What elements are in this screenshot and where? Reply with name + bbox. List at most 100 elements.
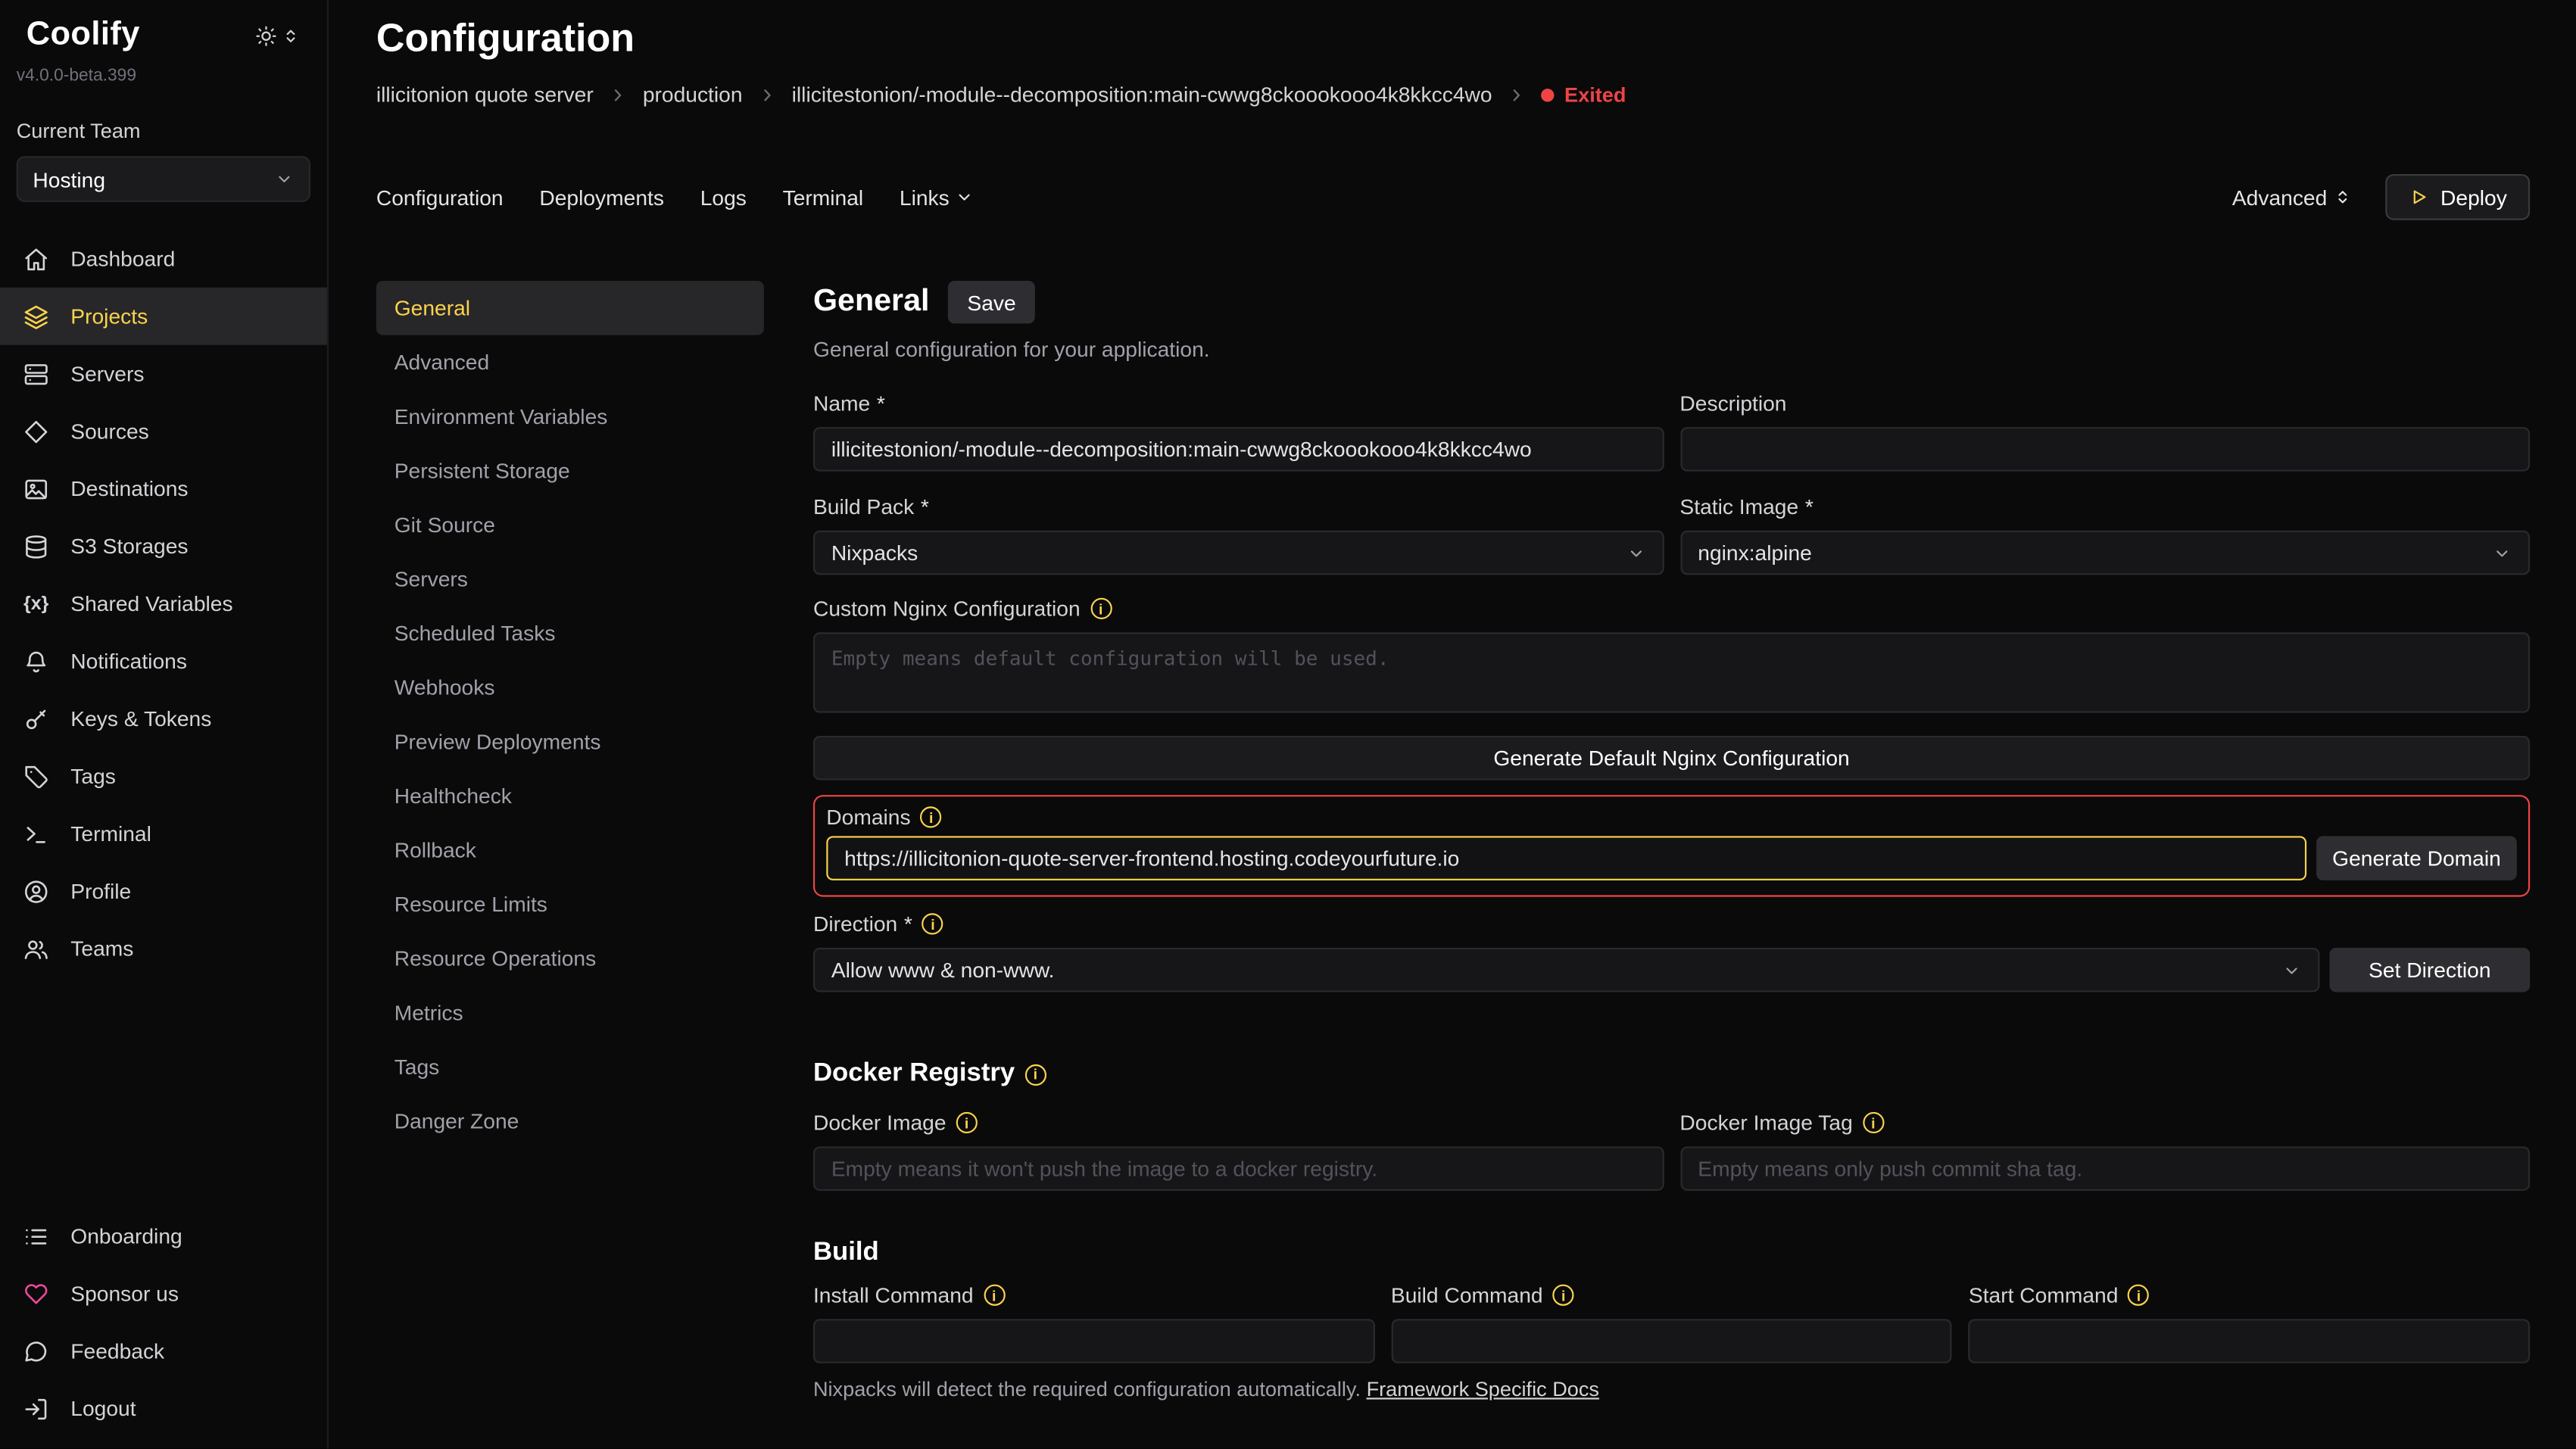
tab-deployments[interactable]: Deployments: [539, 185, 664, 210]
docker-image-label: Docker Image: [813, 1111, 1664, 1136]
settings-subnav: General Advanced Environment Variables P…: [376, 281, 764, 1449]
sidebar-item-dashboard[interactable]: Dashboard: [0, 230, 327, 288]
subnav-item-git-source[interactable]: Git Source: [376, 497, 764, 552]
sidebar-item-shared-variables[interactable]: Shared Variables: [0, 575, 327, 632]
info-icon[interactable]: [2128, 1285, 2149, 1306]
users-icon: [23, 936, 49, 962]
direction-select[interactable]: Allow www & non-www.: [813, 948, 2320, 992]
info-icon[interactable]: [1090, 598, 1112, 619]
subnav-item-environment-variables[interactable]: Environment Variables: [376, 389, 764, 444]
sidebar-item-logout[interactable]: Logout: [0, 1379, 327, 1437]
sidebar-item-feedback[interactable]: Feedback: [0, 1323, 327, 1380]
subnav-item-resource-operations[interactable]: Resource Operations: [376, 931, 764, 986]
advanced-dropdown[interactable]: Advanced: [2232, 185, 2352, 210]
generate-nginx-config-button[interactable]: Generate Default Nginx Configuration: [813, 736, 2530, 781]
framework-docs-link[interactable]: Framework Specific Docs: [1367, 1378, 1599, 1401]
subnav-item-healthcheck[interactable]: Healthcheck: [376, 768, 764, 823]
save-button[interactable]: Save: [947, 281, 1035, 323]
tab-links[interactable]: Links: [900, 185, 974, 210]
tab-configuration[interactable]: Configuration: [376, 185, 504, 210]
sidebar-item-servers[interactable]: Servers: [0, 345, 327, 403]
info-icon[interactable]: [1024, 1064, 1046, 1085]
name-input[interactable]: [813, 427, 1664, 472]
start-command-input[interactable]: [1969, 1319, 2530, 1363]
direction-value: Allow www & non-www.: [831, 958, 1055, 983]
install-command-input[interactable]: [813, 1319, 1374, 1363]
build-pack-field-group: Build Pack Nixpacks: [813, 494, 1664, 575]
build-heading: Build: [813, 1239, 2530, 1268]
sidebar-item-notifications[interactable]: Notifications: [0, 632, 327, 690]
logout-icon: [23, 1395, 49, 1422]
build-command-input[interactable]: [1391, 1319, 1952, 1363]
subnav-item-tags[interactable]: Tags: [376, 1039, 764, 1094]
start-command-label-text: Start Command: [1969, 1282, 2119, 1307]
sidebar-item-label: Sources: [70, 419, 148, 444]
breadcrumb-project[interactable]: illicitonion quote server: [376, 82, 594, 107]
deploy-button[interactable]: Deploy: [2384, 174, 2530, 220]
info-icon[interactable]: [956, 1112, 978, 1133]
sidebar-item-teams[interactable]: Teams: [0, 920, 327, 977]
chevron-down-icon: [1626, 543, 1645, 562]
subnav-item-servers[interactable]: Servers: [376, 552, 764, 606]
database-icon: [23, 533, 49, 559]
sidebar-item-terminal[interactable]: Terminal: [0, 805, 327, 862]
static-image-select[interactable]: nginx:alpine: [1679, 531, 2530, 575]
sidebar-item-label: Terminal: [70, 821, 151, 846]
tab-logs[interactable]: Logs: [700, 185, 747, 210]
info-icon[interactable]: [1553, 1285, 1574, 1306]
subnav-item-webhooks[interactable]: Webhooks: [376, 660, 764, 715]
chevron-down-icon: [954, 187, 974, 207]
subnav-item-rollback[interactable]: Rollback: [376, 823, 764, 877]
breadcrumb-application[interactable]: illicitestonion/-module--decomposition:m…: [792, 82, 1492, 107]
info-icon[interactable]: [922, 913, 943, 934]
info-icon[interactable]: [984, 1285, 1005, 1306]
diamond-icon: [23, 418, 49, 444]
breadcrumb-environment[interactable]: production: [643, 82, 743, 107]
name-label: Name: [813, 391, 1664, 416]
info-icon[interactable]: [921, 806, 942, 827]
team-select[interactable]: Hosting: [17, 156, 310, 202]
chevrons-up-down-icon[interactable]: [281, 26, 301, 45]
subnav-item-metrics[interactable]: Metrics: [376, 986, 764, 1040]
docker-image-input[interactable]: [813, 1146, 1664, 1191]
subnav-item-general[interactable]: General: [376, 281, 764, 335]
sidebar-item-projects[interactable]: Projects: [0, 288, 327, 345]
chevron-down-icon: [2492, 543, 2512, 562]
sidebar-item-label: Onboarding: [70, 1223, 182, 1248]
info-icon[interactable]: [1863, 1112, 1884, 1133]
description-input[interactable]: [1679, 427, 2530, 472]
docker-image-tag-input[interactable]: [1679, 1146, 2530, 1191]
generate-domain-button[interactable]: Generate Domain: [2316, 836, 2517, 880]
subnav-item-scheduled-tasks[interactable]: Scheduled Tasks: [376, 606, 764, 661]
status-badge: Exited: [1542, 83, 1626, 106]
sidebar-item-tags[interactable]: Tags: [0, 747, 327, 805]
sidebar-item-s3-storages[interactable]: S3 Storages: [0, 517, 327, 575]
start-command-field-group: Start Command: [1969, 1282, 2530, 1363]
subnav-item-persistent-storage[interactable]: Persistent Storage: [376, 444, 764, 498]
docker-registry-heading-text: Docker Registry: [813, 1059, 1015, 1089]
general-form: General Save General configuration for y…: [813, 281, 2530, 1449]
subnav-item-danger-zone[interactable]: Danger Zone: [376, 1094, 764, 1148]
nginx-config-textarea[interactable]: [813, 632, 2530, 712]
subnav-item-resource-limits[interactable]: Resource Limits: [376, 877, 764, 932]
set-direction-button[interactable]: Set Direction: [2329, 948, 2530, 992]
tab-terminal[interactable]: Terminal: [783, 185, 864, 210]
nginx-config-field-group: Custom Nginx Configuration: [813, 597, 2530, 721]
theme-switcher[interactable]: [254, 23, 301, 46]
sidebar-item-onboarding[interactable]: Onboarding: [0, 1208, 327, 1265]
subnav-item-preview-deployments[interactable]: Preview Deployments: [376, 715, 764, 769]
sidebar-item-profile[interactable]: Profile: [0, 862, 327, 920]
sidebar-item-sources[interactable]: Sources: [0, 403, 327, 460]
subnav-item-advanced[interactable]: Advanced: [376, 335, 764, 390]
sidebar-item-sponsor[interactable]: Sponsor us: [0, 1265, 327, 1323]
sun-icon[interactable]: [254, 23, 277, 46]
layers-icon: [23, 303, 49, 329]
app-logo[interactable]: Coolify: [27, 17, 140, 55]
domains-input[interactable]: [826, 836, 2306, 880]
sidebar-item-destinations[interactable]: Destinations: [0, 460, 327, 517]
sidebar-item-keys-tokens[interactable]: Keys & Tokens: [0, 690, 327, 747]
build-pack-select[interactable]: Nixpacks: [813, 531, 1664, 575]
chevrons-up-down-icon: [2332, 187, 2352, 207]
build-pack-label-text: Build Pack: [813, 494, 914, 519]
domains-section: Domains Generate Domain: [813, 795, 2530, 897]
